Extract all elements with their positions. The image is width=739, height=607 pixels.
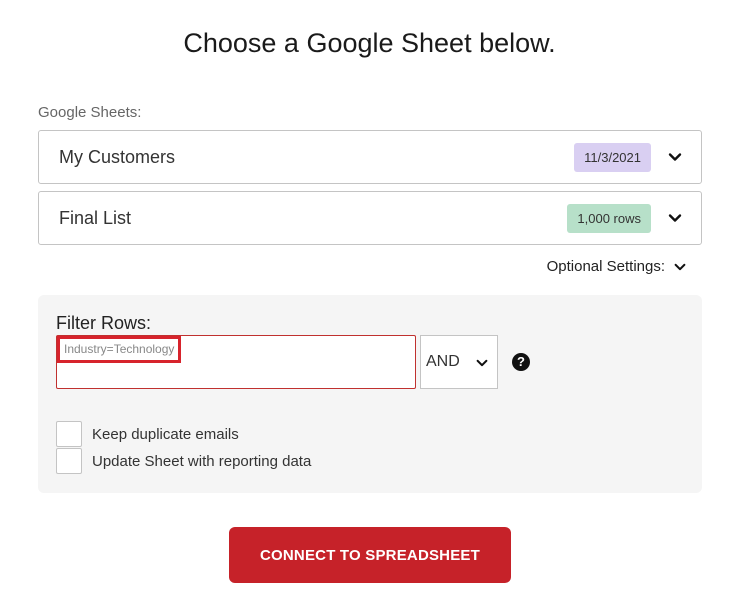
optional-settings-toggle[interactable]: Optional Settings: [547,258,687,275]
sheet-dropdown-my-customers[interactable]: My Customers 11/3/2021 [38,130,702,184]
update-sheet-checkbox[interactable] [56,448,82,474]
sheet-dropdown-label: Final List [59,208,132,228]
chevron-down-icon [668,153,682,161]
chevron-down-icon [476,359,488,367]
update-sheet-option: Update Sheet with reporting data [56,448,311,474]
filter-rows-label: Filter Rows: [56,313,152,333]
google-sheets-label: Google Sheets: [38,104,142,121]
keep-duplicate-emails-label: Keep duplicate emails [92,425,239,443]
connect-sheet-page: Choose a Google Sheet below. Google Shee… [0,0,739,607]
page-title: Choose a Google Sheet below. [183,28,556,58]
filter-rows-input[interactable]: Industry=Technology [56,335,416,389]
update-sheet-label: Update Sheet with reporting data [92,452,312,470]
sheet-dropdown-final-list[interactable]: Final List 1,000 rows [38,191,702,245]
sheet-dropdown-label: My Customers [59,147,176,167]
filter-operator-value: AND [426,353,460,370]
filter-placeholder-text: Industry=Technology [57,336,182,363]
keep-duplicate-emails-option: Keep duplicate emails [56,421,239,447]
chevron-down-icon [668,214,682,222]
filter-operator-select[interactable]: AND [420,335,498,389]
row-count-badge: 1,000 rows [567,204,651,233]
keep-duplicate-emails-checkbox[interactable] [56,421,82,447]
connect-to-spreadsheet-button[interactable]: CONNECT TO SPREADSHEET [229,527,511,583]
question-circle-icon[interactable]: ? [512,353,530,371]
last-updated-badge: 11/3/2021 [574,143,651,172]
optional-settings-panel: Filter Rows: Industry=Technology AND ? K… [38,295,702,493]
optional-settings-label: Optional Settings: [546,258,665,275]
chevron-down-icon [674,263,686,270]
